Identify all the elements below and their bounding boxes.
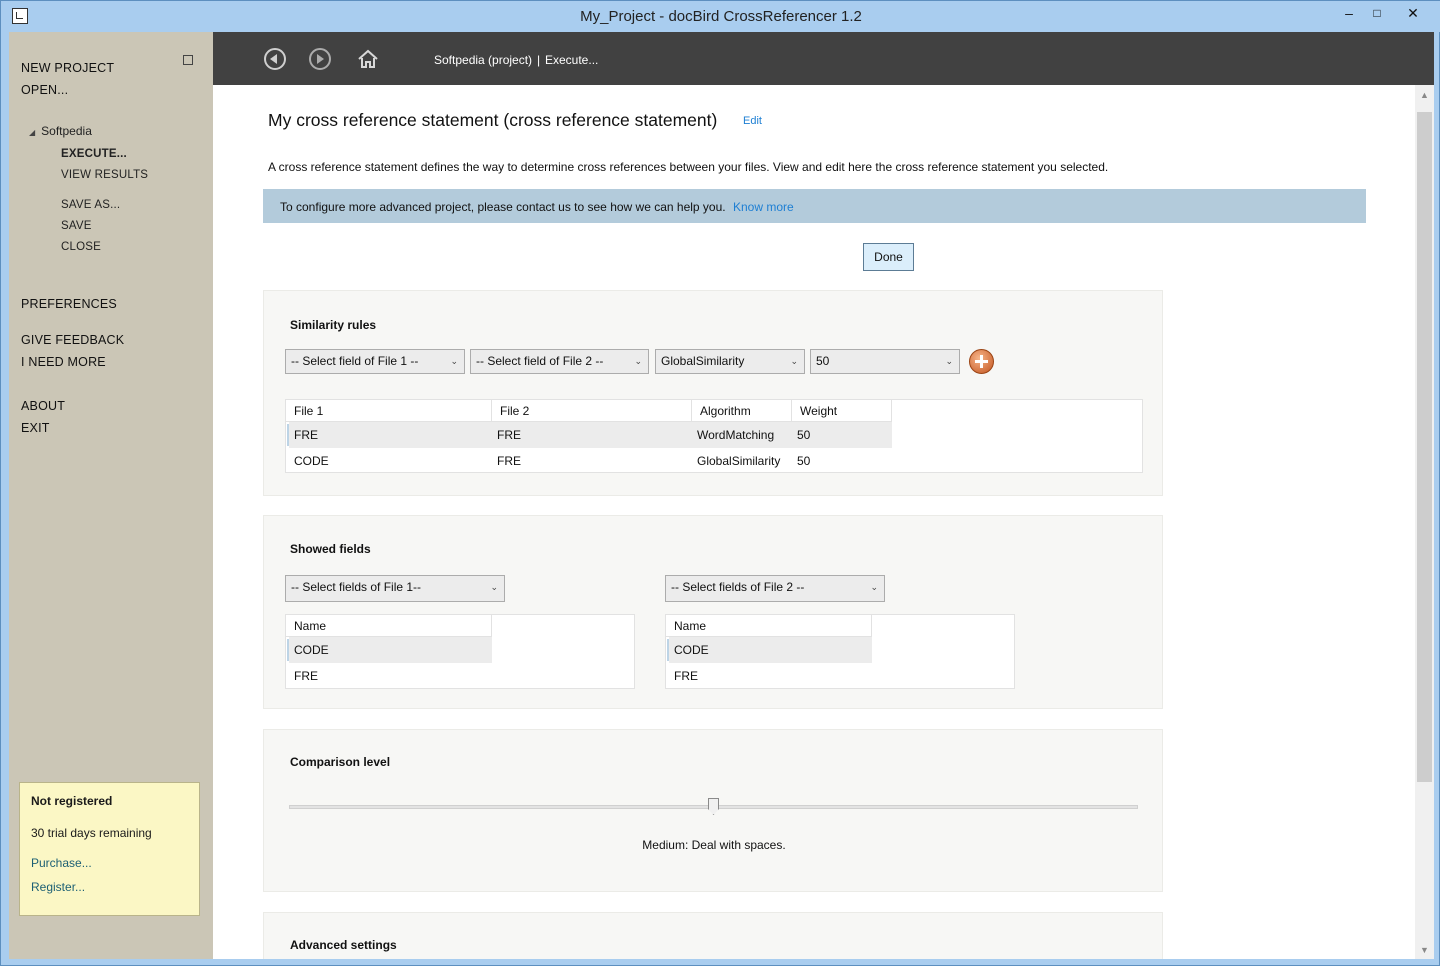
breadcrumb-separator: | xyxy=(537,53,541,67)
file2-fields-table: Name CODE FRE xyxy=(665,614,1015,689)
banner-text: To configure more advanced project, plea… xyxy=(280,200,726,214)
comparison-level-panel: Comparison level Medium: Deal with space… xyxy=(263,729,1163,892)
add-rule-button[interactable] xyxy=(969,349,994,374)
advanced-settings-title: Advanced settings xyxy=(290,938,397,952)
home-icon[interactable] xyxy=(357,48,379,70)
menu-exit[interactable]: EXIT xyxy=(21,421,50,435)
select-field-file1-value: -- Select field of File 1 -- xyxy=(291,354,419,368)
app-window: My_Project - docBird CrossReferencer 1.2… xyxy=(0,0,1440,966)
column-header-file1[interactable]: File 1 xyxy=(286,400,492,422)
menu-view-results[interactable]: VIEW RESULTS xyxy=(61,169,148,181)
menu-close[interactable]: CLOSE xyxy=(61,241,101,253)
page-description: A cross reference statement defines the … xyxy=(268,160,1109,174)
table-cell[interactable]: FRE xyxy=(289,422,492,448)
close-window-button[interactable]: ✕ xyxy=(1399,4,1427,24)
column-header-algorithm[interactable]: Algorithm xyxy=(692,400,792,422)
register-link[interactable]: Register... xyxy=(31,880,85,894)
table-cell[interactable]: CODE xyxy=(289,448,492,474)
column-header-file2[interactable]: File 2 xyxy=(492,400,692,422)
menu-preferences[interactable]: PREFERENCES xyxy=(21,297,117,311)
table-cell[interactable]: WordMatching xyxy=(692,422,792,448)
trial-days-remaining: 30 trial days remaining xyxy=(31,826,152,840)
select-field-file2[interactable]: -- Select field of File 2 -- ⌄ xyxy=(470,349,649,374)
maximize-button[interactable]: □ xyxy=(1363,4,1391,24)
vertical-scrollbar[interactable]: ▲ ▼ xyxy=(1415,85,1434,959)
know-more-link[interactable]: Know more xyxy=(733,200,794,214)
file1-fields-table: Name CODE FRE xyxy=(285,614,635,689)
breadcrumb-project[interactable]: Softpedia (project) xyxy=(434,53,532,67)
main-content: My cross reference statement (cross refe… xyxy=(213,85,1415,959)
window-title: My_Project - docBird CrossReferencer 1.2 xyxy=(580,8,862,25)
chevron-down-icon: ⌄ xyxy=(870,582,878,592)
table-cell[interactable]: FRE xyxy=(289,663,492,689)
scroll-up-icon[interactable]: ▲ xyxy=(1420,90,1429,100)
info-banner: To configure more advanced project, plea… xyxy=(263,189,1366,223)
select-weight-value: 50 xyxy=(816,354,830,368)
showed-fields-title: Showed fields xyxy=(290,542,371,556)
similarity-rules-panel: Similarity rules -- Select field of File… xyxy=(263,290,1163,496)
registration-panel: Not registered 30 trial days remaining P… xyxy=(19,782,200,916)
table-cell[interactable]: FRE xyxy=(492,422,692,448)
minimize-button[interactable]: – xyxy=(1335,4,1363,24)
column-header-weight[interactable]: Weight xyxy=(792,400,892,422)
chevron-down-icon: ⌄ xyxy=(450,356,458,366)
registration-status: Not registered xyxy=(31,794,113,808)
select-fields-file2-value: -- Select fields of File 2 -- xyxy=(671,580,805,594)
column-header-name[interactable]: Name xyxy=(286,615,492,637)
showed-fields-panel: Showed fields -- Select fields of File 1… xyxy=(263,515,1163,709)
advanced-settings-panel: Advanced settings xyxy=(263,912,1163,959)
select-weight[interactable]: 50 ⌄ xyxy=(810,349,960,374)
chevron-down-icon: ⌄ xyxy=(490,582,498,592)
table-cell[interactable]: FRE xyxy=(492,448,692,474)
table-cell[interactable]: 50 xyxy=(792,422,892,448)
scrollbar-thumb[interactable] xyxy=(1417,112,1432,782)
slider-handle[interactable] xyxy=(708,798,719,815)
menu-save[interactable]: SAVE xyxy=(61,220,92,232)
title-bar: My_Project - docBird CrossReferencer 1.2… xyxy=(1,1,1440,32)
forward-icon[interactable] xyxy=(309,48,331,70)
table-cell[interactable]: CODE xyxy=(669,637,872,663)
sidebar: NEW PROJECT OPEN... ◢ Softpedia EXECUTE..… xyxy=(9,32,213,959)
table-cell[interactable]: GlobalSimilarity xyxy=(692,448,792,474)
done-button[interactable]: Done xyxy=(863,243,914,271)
breadcrumb-page: Execute... xyxy=(545,53,599,67)
purchase-link[interactable]: Purchase... xyxy=(31,856,92,870)
select-fields-file2[interactable]: -- Select fields of File 2 -- ⌄ xyxy=(665,575,885,602)
tree-expander-icon[interactable]: ◢ xyxy=(29,128,35,137)
tree-node-project[interactable]: ◢ Softpedia xyxy=(29,124,92,138)
table-cell[interactable]: 50 xyxy=(792,448,892,474)
select-fields-file1[interactable]: -- Select fields of File 1-- ⌄ xyxy=(285,575,505,602)
back-icon[interactable] xyxy=(264,48,286,70)
edit-link[interactable]: Edit xyxy=(743,115,762,127)
page-title: My cross reference statement (cross refe… xyxy=(268,110,718,130)
column-header-name[interactable]: Name xyxy=(666,615,872,637)
toolbar: Softpedia (project) | Execute... xyxy=(213,32,1434,85)
chevron-down-icon: ⌄ xyxy=(634,356,642,366)
select-algorithm-value: GlobalSimilarity xyxy=(661,354,745,368)
menu-give-feedback[interactable]: GIVE FEEDBACK xyxy=(21,333,124,347)
table-cell[interactable]: FRE xyxy=(669,663,872,689)
chevron-down-icon: ⌄ xyxy=(790,356,798,366)
scroll-down-icon[interactable]: ▼ xyxy=(1420,945,1429,955)
select-field-file1[interactable]: -- Select field of File 1 -- ⌄ xyxy=(285,349,465,374)
select-field-file2-value: -- Select field of File 2 -- xyxy=(476,354,604,368)
menu-save-as[interactable]: SAVE AS... xyxy=(61,199,120,211)
menu-new-project[interactable]: NEW PROJECT xyxy=(21,61,114,75)
menu-about[interactable]: ABOUT xyxy=(21,399,65,413)
tree-node-label: Softpedia xyxy=(41,124,92,138)
comparison-level-title: Comparison level xyxy=(290,755,391,769)
menu-open[interactable]: OPEN... xyxy=(21,83,68,97)
table-cell[interactable]: CODE xyxy=(289,637,492,663)
chevron-down-icon: ⌄ xyxy=(945,356,953,366)
similarity-rules-table: File 1 File 2 Algorithm Weight FRE FRE W… xyxy=(285,399,1143,473)
select-algorithm[interactable]: GlobalSimilarity ⌄ xyxy=(655,349,805,374)
menu-execute[interactable]: EXECUTE... xyxy=(61,148,127,160)
menu-i-need-more[interactable]: I NEED MORE xyxy=(21,355,106,369)
select-fields-file1-value: -- Select fields of File 1-- xyxy=(291,580,422,594)
similarity-rules-title: Similarity rules xyxy=(290,318,377,332)
collapse-sidebar-icon[interactable] xyxy=(183,55,193,65)
comparison-level-caption: Medium: Deal with spaces. xyxy=(642,838,786,852)
